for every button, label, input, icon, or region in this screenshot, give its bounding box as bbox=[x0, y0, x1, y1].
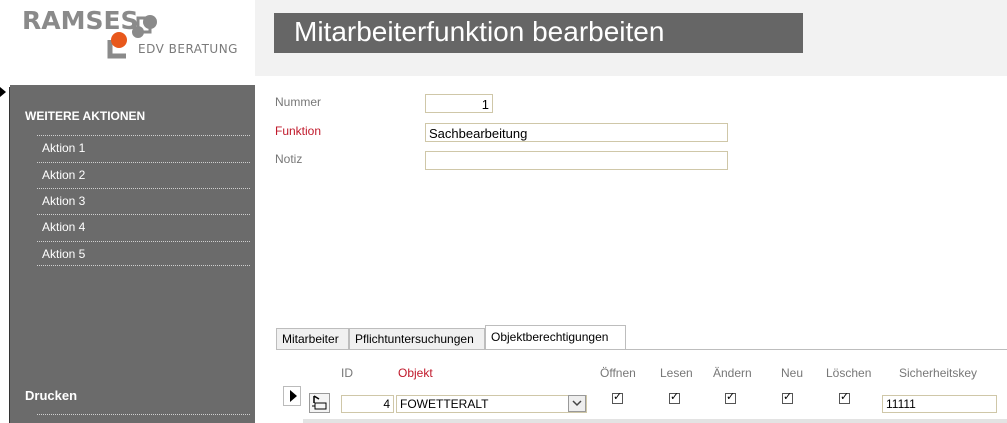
row-selector[interactable] bbox=[283, 386, 301, 406]
column-header-objekt: Objekt bbox=[398, 366, 433, 380]
column-header-oeffnen: Öffnen bbox=[600, 366, 636, 380]
logo: RAMSES EDV BERATUNG bbox=[0, 0, 255, 76]
open-record-button[interactable] bbox=[309, 393, 330, 413]
notiz-field[interactable] bbox=[425, 151, 728, 170]
sidebar-item-aktion-3[interactable]: Aktion 3 bbox=[37, 188, 250, 214]
column-header-aendern: Ändern bbox=[713, 366, 752, 380]
sidebar-divider bbox=[37, 414, 250, 415]
open-record-icon bbox=[312, 395, 327, 410]
tab-divider bbox=[276, 349, 1007, 350]
chevron-down-icon bbox=[572, 400, 582, 407]
funktion-field[interactable]: Sachbearbeitung bbox=[425, 123, 728, 142]
funktion-label: Funktion bbox=[275, 124, 322, 138]
logo-subtitle: EDV BERATUNG bbox=[138, 42, 238, 56]
sidebar-section-title: WEITERE AKTIONEN bbox=[25, 109, 146, 123]
sicherheitskey-field[interactable]: 11111 bbox=[882, 395, 997, 413]
left-margin-strip bbox=[0, 87, 10, 423]
column-header-neu: Neu bbox=[781, 366, 804, 380]
column-header-lesen: Lesen bbox=[660, 366, 693, 380]
column-header-loeschen: Löschen bbox=[826, 366, 872, 380]
page-header: RAMSES EDV BERATUNG Mitarbeiterfunktion … bbox=[0, 0, 1007, 76]
nummer-label: Nummer bbox=[275, 95, 322, 109]
sidebar-item-aktion-1[interactable]: Aktion 1 bbox=[37, 135, 250, 161]
row-objekt-field[interactable]: FOWETTERALT bbox=[396, 395, 587, 413]
sidebar-item-aktion-5[interactable]: Aktion 5 bbox=[37, 241, 250, 267]
sidebar: WEITERE AKTIONEN Aktion 1 Aktion 2 Aktio… bbox=[10, 85, 255, 423]
aendern-checkbox[interactable] bbox=[725, 390, 736, 404]
tab-mitarbeiter[interactable]: Mitarbeiter bbox=[276, 328, 349, 349]
notiz-label: Notiz bbox=[275, 152, 303, 166]
column-header-id: ID bbox=[341, 366, 353, 380]
sidebar-item-aktion-4[interactable]: Aktion 4 bbox=[37, 214, 250, 240]
sidebar-item-aktion-2[interactable]: Aktion 2 bbox=[37, 162, 250, 188]
column-header-sicherheitskey: Sicherheitskey bbox=[899, 366, 978, 380]
collapse-arrow-icon[interactable] bbox=[0, 87, 6, 97]
sidebar-divider bbox=[37, 265, 250, 266]
objekt-dropdown-button[interactable] bbox=[568, 395, 586, 412]
tab-objektberechtigungen[interactable]: Objektberechtigungen bbox=[485, 325, 626, 350]
oeffnen-checkbox[interactable] bbox=[612, 390, 623, 404]
logo-mark-icon bbox=[107, 15, 157, 59]
row-id-field[interactable]: 4 bbox=[341, 395, 394, 413]
new-row-strip bbox=[303, 419, 1007, 423]
lesen-checkbox[interactable] bbox=[669, 390, 680, 404]
loeschen-checkbox[interactable] bbox=[839, 390, 850, 404]
page-title: Mitarbeiterfunktion bearbeiten bbox=[294, 16, 665, 47]
sidebar-print-title: Drucken bbox=[25, 388, 78, 403]
nummer-field[interactable]: 1 bbox=[425, 94, 493, 113]
neu-checkbox[interactable] bbox=[782, 390, 793, 404]
tab-pflichtuntersuchungen[interactable]: Pflichtuntersuchungen bbox=[349, 328, 485, 349]
title-bar: Mitarbeiterfunktion bearbeiten bbox=[274, 13, 803, 53]
